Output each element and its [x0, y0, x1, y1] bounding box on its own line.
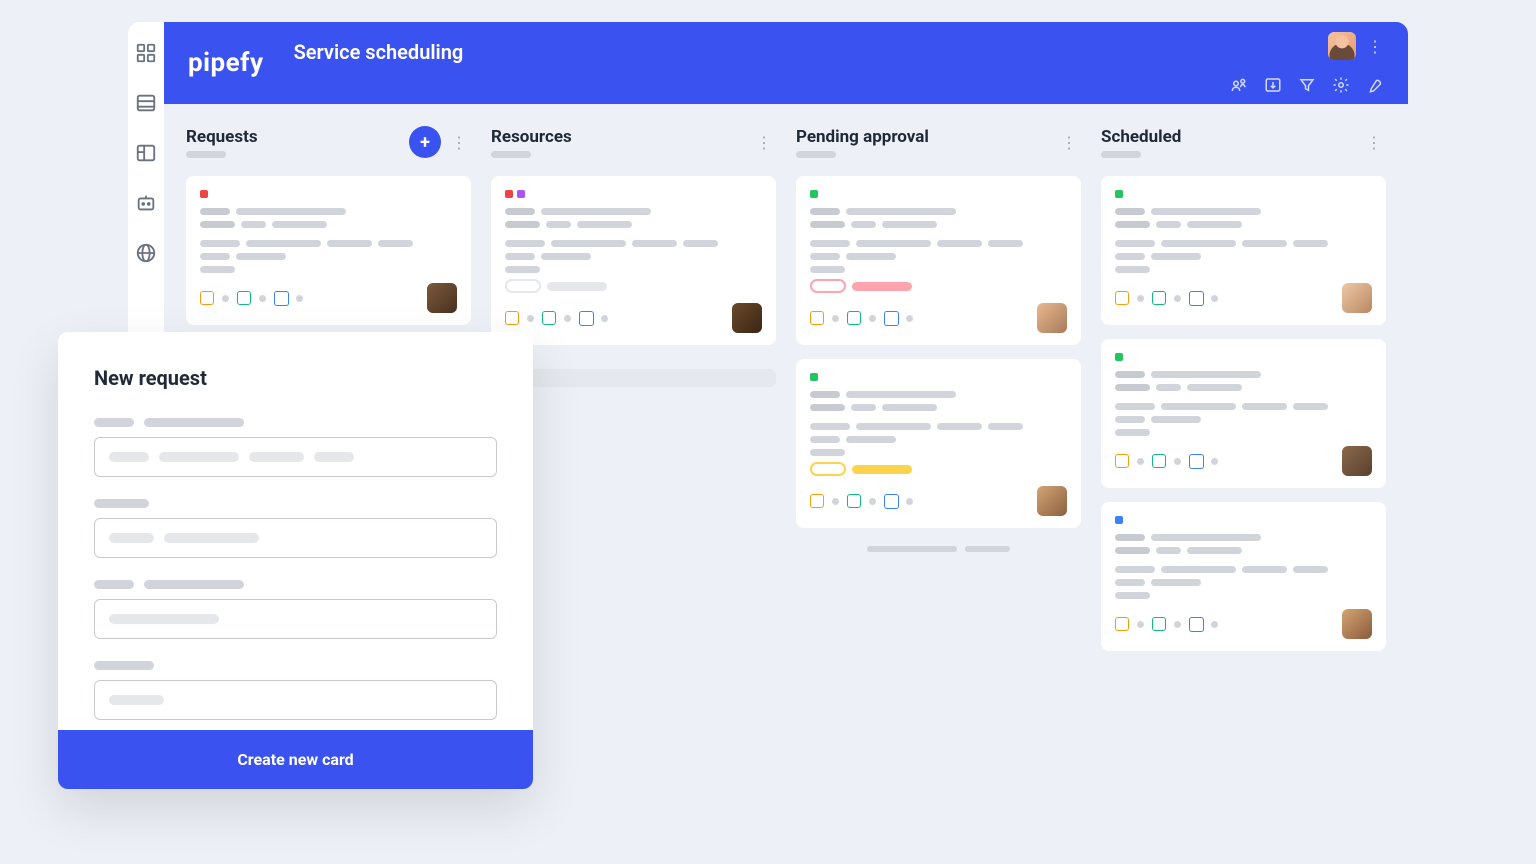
card-status-icon [579, 311, 593, 325]
card-status-icon [1115, 617, 1129, 631]
tag-green [1115, 190, 1123, 198]
column-header: Requests + ⋮ [186, 126, 471, 158]
modal-title: New request [94, 366, 497, 390]
settings-icon[interactable] [1332, 76, 1350, 94]
column-title: Pending approval [796, 127, 929, 147]
card-status-icon [274, 291, 288, 305]
field-label [94, 580, 497, 589]
new-request-modal: New request Create new card [58, 332, 533, 789]
card-status-icon [884, 311, 898, 325]
tag-blue [1115, 516, 1123, 524]
column-title: Scheduled [1101, 127, 1181, 147]
filter-icon[interactable] [1298, 76, 1316, 94]
card-status-icon [1189, 617, 1203, 631]
column-title: Resources [491, 127, 572, 147]
card-status-icon [1189, 454, 1203, 468]
field-input-1[interactable] [94, 437, 497, 477]
card-status-icon [1189, 291, 1203, 305]
card-status-icon [237, 291, 251, 305]
bot-icon[interactable] [135, 192, 157, 214]
share-icon[interactable] [1230, 76, 1248, 94]
column-header: Pending approval ⋮ [796, 126, 1081, 158]
more-icon[interactable]: ⋮ [1366, 37, 1384, 55]
assignee-avatar[interactable] [732, 303, 762, 333]
field-input-2[interactable] [94, 518, 497, 558]
tag-red [505, 190, 513, 198]
card-status-icon [810, 311, 824, 325]
card-status-icon [884, 494, 898, 508]
column-header: Scheduled ⋮ [1101, 126, 1386, 158]
field-input-3[interactable] [94, 599, 497, 639]
apps-icon[interactable] [135, 42, 157, 64]
field-input-4[interactable] [94, 680, 497, 720]
card-status-icon [542, 311, 556, 325]
card-status-icon [1115, 454, 1129, 468]
tag-green [810, 373, 818, 381]
topbar-right: ⋮ [1230, 22, 1384, 104]
placeholder-card [491, 369, 776, 387]
card[interactable] [796, 359, 1081, 528]
column-menu[interactable]: ⋮ [1362, 133, 1386, 152]
card[interactable] [1101, 502, 1386, 651]
tag-purple [517, 190, 525, 198]
card-status-icon [847, 494, 861, 508]
column-subtitle [491, 151, 531, 158]
board-icon[interactable] [135, 142, 157, 164]
column-header: Resources ⋮ [491, 126, 776, 158]
card[interactable] [796, 176, 1081, 345]
card-status-icon [810, 494, 824, 508]
column-footer [796, 546, 1081, 552]
assignee-avatar[interactable] [1342, 283, 1372, 313]
card-status-icon [847, 311, 861, 325]
card[interactable] [1101, 176, 1386, 325]
card-status-icon [1115, 291, 1129, 305]
field-label [94, 499, 497, 508]
assignee-avatar[interactable] [1342, 446, 1372, 476]
assignee-avatar[interactable] [1037, 303, 1067, 333]
column-subtitle [796, 151, 836, 158]
globe-icon[interactable] [135, 242, 157, 264]
assignee-avatar[interactable] [427, 283, 457, 313]
column-subtitle [1101, 151, 1141, 158]
top-bar: pipefy Service scheduling ⋮ [164, 22, 1408, 104]
field-label [94, 418, 497, 427]
column: Resources ⋮ [491, 126, 776, 760]
column-menu[interactable]: ⋮ [1057, 133, 1081, 152]
card-status-icon [1152, 291, 1166, 305]
tools-icon[interactable] [1366, 76, 1384, 94]
add-card-button[interactable]: + [409, 126, 441, 158]
field-label [94, 661, 497, 670]
assignee-avatar[interactable] [1342, 609, 1372, 639]
card[interactable] [491, 176, 776, 345]
card-status-icon [1152, 617, 1166, 631]
column-subtitle [186, 151, 226, 158]
list-icon[interactable] [135, 92, 157, 114]
board-title: Service scheduling [294, 40, 464, 64]
column: Scheduled ⋮ [1101, 126, 1386, 760]
create-card-button[interactable]: Create new card [58, 730, 533, 789]
card-status-icon [505, 311, 519, 325]
brand-logo: pipefy [188, 48, 264, 78]
card-status-icon [1152, 454, 1166, 468]
card[interactable] [1101, 339, 1386, 488]
assignee-avatar[interactable] [1037, 486, 1067, 516]
user-avatar[interactable] [1328, 32, 1356, 60]
column: Pending approval ⋮ [796, 126, 1081, 760]
column-menu[interactable]: ⋮ [752, 133, 776, 152]
card-status-icon [200, 291, 214, 305]
column-title: Requests [186, 127, 258, 147]
card[interactable] [186, 176, 471, 325]
tag-red [200, 190, 208, 198]
tag-green [810, 190, 818, 198]
tag-green [1115, 353, 1123, 361]
column-menu[interactable]: ⋮ [447, 133, 471, 152]
import-icon[interactable] [1264, 76, 1282, 94]
